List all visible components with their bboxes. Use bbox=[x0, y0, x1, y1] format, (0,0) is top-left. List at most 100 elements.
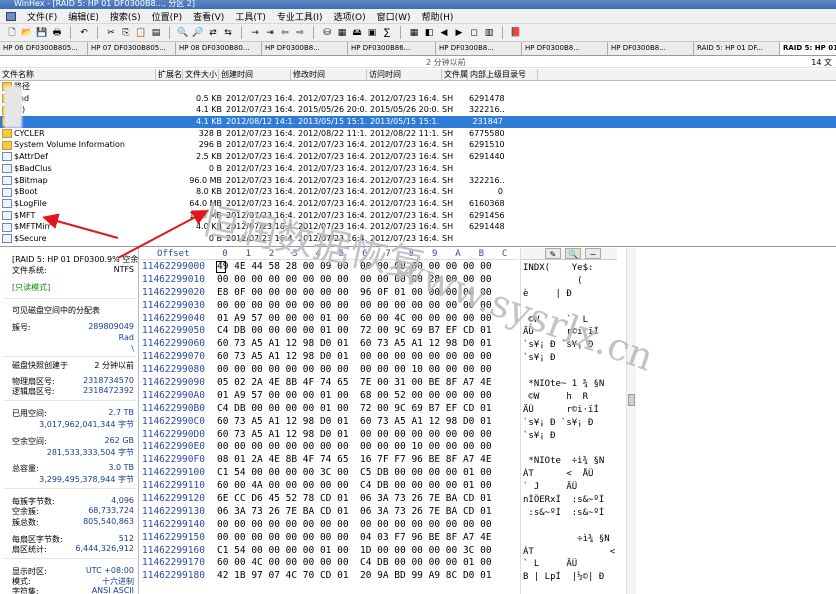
col-record[interactable]: 内部上级目录号 bbox=[468, 69, 538, 81]
calc-icon[interactable]: ▣ bbox=[366, 27, 378, 39]
hex-row[interactable]: 114622990C0 60 73 A5 A1 12 98 D0 01 60 73… bbox=[141, 416, 521, 429]
menu-file[interactable]: 文件(F) bbox=[27, 10, 57, 23]
menu-tools[interactable]: 工具(T) bbox=[235, 10, 266, 23]
hex-row[interactable]: 11462299180 42 1B 97 07 4C 70 CD 01 20 9A… bbox=[141, 570, 521, 583]
pane-divider[interactable] bbox=[0, 246, 836, 247]
tab-disk-7[interactable]: HP DF0300B8... bbox=[522, 42, 608, 55]
hex-row[interactable]: 11462299080 00 00 00 00 00 00 00 00 00 00… bbox=[141, 364, 521, 377]
hex-row[interactable]: 11462299040 01 A9 57 00 00 00 01 00 60 00… bbox=[141, 313, 521, 326]
goto-sector-icon[interactable]: ⇥ bbox=[264, 27, 276, 39]
hex-row[interactable]: 11462299010 00 00 00 00 00 00 00 00 00 00… bbox=[141, 274, 521, 287]
replace-icon[interactable]: ⇄ bbox=[207, 27, 219, 39]
file-row[interactable]: 路径 bbox=[0, 81, 836, 93]
hex-bytes[interactable]: E8 0F 00 00 00 00 00 00 96 0F 01 00 00 0… bbox=[217, 287, 492, 300]
hex-bytes[interactable]: 00 00 00 00 00 00 00 00 00 00 00 10 00 0… bbox=[217, 364, 492, 377]
undo-icon[interactable]: ↶ bbox=[78, 27, 90, 39]
hex-bytes[interactable]: 60 73 A5 A1 12 98 D0 01 00 00 00 00 00 0… bbox=[217, 429, 492, 442]
hex-row[interactable]: 11462299090 05 02 2A 4E 8B 4F 74 65 7E 00… bbox=[141, 377, 521, 390]
col-ext[interactable]: 扩展名 bbox=[156, 69, 183, 81]
hex-bytes[interactable]: 00 00 00 00 00 00 00 00 00 00 00 00 00 0… bbox=[217, 519, 492, 532]
hex-bytes[interactable]: 01 A9 57 00 00 00 01 00 60 00 4C 00 00 0… bbox=[217, 313, 492, 326]
hex-bytes[interactable]: 42 1B 97 07 4C 70 CD 01 20 9A BD 99 A9 8… bbox=[217, 570, 492, 583]
hex-bytes[interactable]: 49 4E 44 58 28 00 09 00 00 00 00 00 00 0… bbox=[217, 261, 492, 274]
file-row[interactable]: $MFT 14.8 MB 2012/07/23 16:4... 2012/07/23 … bbox=[0, 210, 836, 222]
disk-icon[interactable]: ⛁ bbox=[321, 27, 333, 39]
tab-raid[interactable]: RAID 5: HP 01 DF... bbox=[694, 42, 780, 55]
edit-icon[interactable]: ✎ bbox=[545, 248, 561, 259]
hex-bytes[interactable]: 00 00 00 00 00 00 00 00 00 00 00 00 00 0… bbox=[217, 300, 492, 313]
col-attr[interactable]: 文件属性 bbox=[442, 69, 468, 81]
file-row[interactable]: $LogFile 64.0 MB 2012/07/23 16:4... 2012/07… bbox=[0, 198, 836, 210]
hex-row[interactable]: 11462299110 60 00 4A 00 00 00 00 00 C4 DB… bbox=[141, 480, 521, 493]
menu-window[interactable]: 窗口(W) bbox=[377, 10, 411, 23]
menu-position[interactable]: 位置(P) bbox=[152, 10, 182, 23]
menu-view[interactable]: 查看(V) bbox=[193, 10, 224, 23]
col-created[interactable]: 创建时间 bbox=[219, 69, 291, 81]
hex-row[interactable]: 114622990E0 00 00 00 00 00 00 00 00 00 00… bbox=[141, 441, 521, 454]
hex-bytes[interactable]: 6E CC D6 45 52 78 CD 01 06 3A 73 26 7E B… bbox=[217, 493, 492, 506]
hex-bytes[interactable]: 01 A9 57 00 00 00 01 00 68 00 52 00 00 0… bbox=[217, 390, 492, 403]
paste-icon[interactable]: 📋 bbox=[135, 27, 147, 39]
find-icon[interactable]: 🔍 bbox=[177, 27, 189, 39]
tab-disk-5[interactable]: HP DF0300B86... bbox=[348, 42, 436, 55]
hex-row[interactable]: 114622990B0 C4 DB 00 00 00 00 01 00 72 00… bbox=[141, 403, 521, 416]
find-hex-icon[interactable]: 🔎 bbox=[192, 27, 204, 39]
hex-row[interactable]: 11462299170 60 00 4C 00 00 00 00 00 C4 DB… bbox=[141, 557, 521, 570]
hex-scrollbar[interactable] bbox=[626, 248, 636, 594]
split-icon[interactable]: ◧ bbox=[423, 27, 435, 39]
replace-hex-icon[interactable]: ⇆ bbox=[222, 27, 234, 39]
hex-bytes[interactable]: 60 00 4C 00 00 00 00 00 C4 DB 00 00 00 0… bbox=[217, 557, 492, 570]
hex-row[interactable]: 114622990D0 60 73 A5 A1 12 98 D0 01 00 00… bbox=[141, 429, 521, 442]
open-icon[interactable]: 📂 bbox=[21, 27, 33, 39]
hex-bytes[interactable]: 05 02 2A 4E 8B 4F 74 65 7E 00 31 00 BE 8… bbox=[217, 377, 492, 390]
tab-disk-2[interactable]: HP 07 DF0300B805... bbox=[88, 42, 176, 55]
hex-row[interactable]: 114622990A0 01 A9 57 00 00 00 01 00 68 00… bbox=[141, 390, 521, 403]
hex-bytes[interactable]: C1 54 00 00 00 00 3C 00 C5 DB 00 00 00 0… bbox=[217, 467, 492, 480]
ram-icon[interactable]: ▦ bbox=[336, 27, 348, 39]
hex-row[interactable]: 11462299020 E8 0F 00 00 00 00 00 00 96 0F… bbox=[141, 287, 521, 300]
file-row[interactable]: $MFTMirr 4.0 KB 2012/07/23 16:4... 2012/07/… bbox=[0, 221, 836, 233]
prev-icon[interactable]: ◀ bbox=[438, 27, 450, 39]
hex-bytes[interactable]: 00 00 00 00 00 00 00 00 04 03 F7 96 BE 8… bbox=[217, 532, 492, 545]
next-icon[interactable]: ▶ bbox=[453, 27, 465, 39]
hex-bytes[interactable]: 06 3A 73 26 7E BA CD 01 06 3A 73 26 7E B… bbox=[217, 506, 492, 519]
ascii-panel[interactable]: ✎ 🔍 ~ INDX( Ye$: (è | Ð ©W ` L ÄÛ r©i·ïÍ `… bbox=[520, 248, 628, 594]
app-icon[interactable] bbox=[6, 11, 16, 21]
hex-row[interactable]: 11462299160 C1 54 00 00 00 00 01 00 1D 00… bbox=[141, 545, 521, 558]
help-book-icon[interactable]: 📕 bbox=[510, 27, 522, 39]
col-size[interactable]: 文件大小 bbox=[183, 69, 219, 81]
hex-row[interactable]: 11462299050 C4 DB 00 00 00 00 01 00 72 00… bbox=[141, 325, 521, 338]
hex-editor[interactable]: 11462299000 49 4E 44 58 28 00 09 00 00 00… bbox=[141, 261, 521, 594]
menu-edit[interactable]: 编辑(E) bbox=[68, 10, 99, 23]
snapshot-icon[interactable]: ▥ bbox=[483, 27, 495, 39]
tab-disk-8[interactable]: HP DF0300B8... bbox=[608, 42, 694, 55]
col-modified[interactable]: 修改时间 bbox=[291, 69, 367, 81]
hex-bytes[interactable]: 60 00 4A 00 00 00 00 00 C4 DB 00 00 00 0… bbox=[217, 480, 492, 493]
hex-row[interactable]: 11462299100 C1 54 00 00 00 00 3C 00 C5 DB… bbox=[141, 467, 521, 480]
cut-icon[interactable]: ✂ bbox=[105, 27, 117, 39]
menu-search[interactable]: 搜索(S) bbox=[110, 10, 141, 23]
menu-options[interactable]: 选项(O) bbox=[334, 10, 366, 23]
col-name[interactable]: 文件名称 bbox=[0, 69, 156, 81]
hex-row[interactable]: 11462299000 49 4E 44 58 28 00 09 00 00 00… bbox=[141, 261, 521, 274]
copy-icon[interactable]: ⎘ bbox=[120, 27, 132, 39]
search-icon[interactable]: 🔍 bbox=[565, 248, 581, 259]
file-row[interactable]: $Boot 8.0 KB 2012/07/23 16:4... 2012/07/23 … bbox=[0, 186, 836, 198]
hex-bytes[interactable]: C4 DB 00 00 00 00 01 00 72 00 9C 69 B7 E… bbox=[217, 403, 492, 416]
hex-bytes[interactable]: C4 DB 00 00 00 00 01 00 72 00 9C 69 B7 E… bbox=[217, 325, 492, 338]
image-icon[interactable]: 🖴 bbox=[351, 27, 363, 39]
print-icon[interactable]: 🖶 bbox=[51, 27, 63, 39]
tab-disk-6[interactable]: HP DF0300B8... bbox=[436, 42, 522, 55]
file-row[interactable]: 4.1 KB 2012/08/12 14:1... 2013/05/15 15:1.… bbox=[0, 116, 836, 128]
forward-icon[interactable]: ⇨ bbox=[294, 27, 306, 39]
hex-row[interactable]: 11462299130 06 3A 73 26 7E BA CD 01 06 3A… bbox=[141, 506, 521, 519]
back-icon[interactable]: ⇦ bbox=[279, 27, 291, 39]
window-icon[interactable]: ◻ bbox=[468, 27, 480, 39]
file-row[interactable]: 录)4.1 KB2012/07/23 16:4...2015/05/26 20:… bbox=[0, 104, 836, 116]
file-row[interactable]: $Secure 0 B 2012/07/23 16:4... 2012/07/23 1… bbox=[0, 233, 836, 245]
wave-icon[interactable]: ~ bbox=[585, 248, 601, 259]
file-row[interactable]: $AttrDef 2.5 KB 2012/07/23 16:4... 2012/07/… bbox=[0, 151, 836, 163]
hex-row[interactable]: 11462299120 6E CC D6 45 52 78 CD 01 06 3A… bbox=[141, 493, 521, 506]
file-row[interactable]: end0.5 KB2012/07/23 16:4...2012/07/23 16… bbox=[0, 93, 836, 105]
file-row[interactable]: System Volume Information 296 B 2012/07/23… bbox=[0, 139, 836, 151]
